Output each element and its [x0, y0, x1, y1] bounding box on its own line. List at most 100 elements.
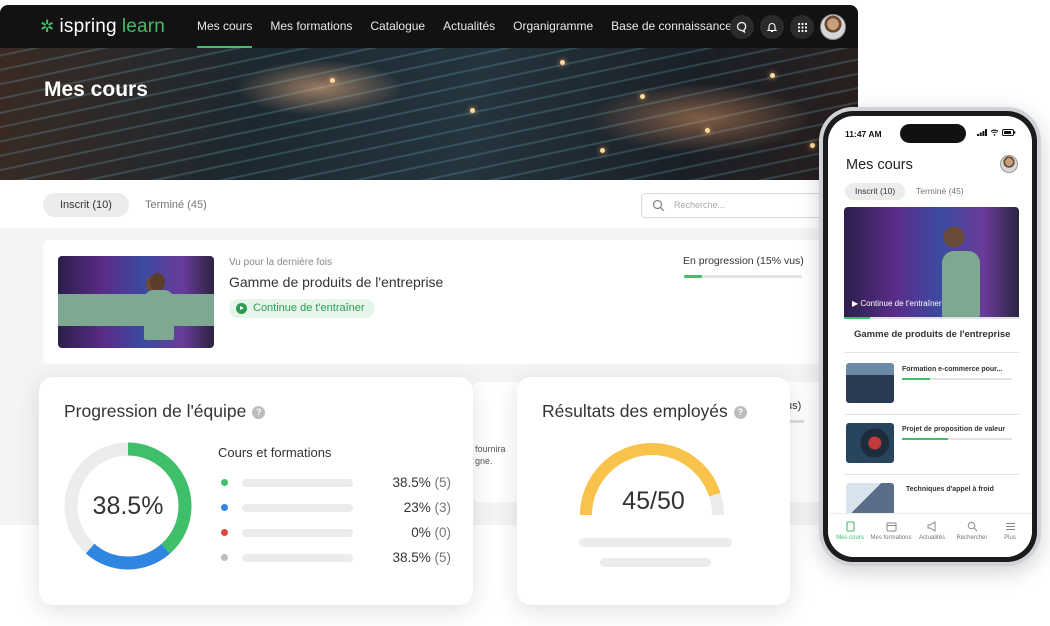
apps-grid-icon[interactable] — [790, 15, 814, 39]
phone-nav-mes-formations[interactable]: Mes formations — [868, 521, 914, 541]
top-icons — [730, 14, 846, 40]
hidden-card-text-1: fournira — [475, 444, 506, 454]
legend-placeholder-bar — [242, 479, 353, 487]
employee-results-card: Résultats des employés? 45/50 — [517, 377, 790, 605]
course-progress-bar — [684, 275, 802, 278]
legend-placeholder-bar — [242, 504, 353, 512]
hidden-card-text-2: gne. — [475, 456, 493, 466]
legend-value: 38.5% (5) — [392, 475, 451, 490]
nav-item-organigramme[interactable]: Organigramme — [504, 5, 602, 48]
placeholder-bar — [600, 558, 711, 567]
divider — [844, 474, 1019, 475]
signal-icon — [977, 129, 987, 136]
chat-icon[interactable] — [730, 15, 754, 39]
course-title[interactable]: Gamme de produits de l'entreprise — [229, 274, 443, 290]
stage: ✲ ispring learn Mes cours Mes formations… — [0, 0, 1050, 626]
calendar-icon — [886, 522, 896, 532]
phone-hero-progress-fill — [844, 317, 871, 319]
nav-item-catalogue[interactable]: Catalogue — [361, 5, 434, 48]
legend-value: 23% (3) — [403, 500, 451, 515]
bell-icon[interactable] — [760, 15, 784, 39]
phone-user-avatar[interactable] — [1000, 155, 1018, 173]
course-card[interactable]: Vu pour la dernière fois Gamme de produi… — [43, 240, 823, 364]
phone-course-title[interactable]: Formation e-commerce pour... — [902, 366, 1002, 373]
phone-nav-plus[interactable]: Plus — [988, 521, 1032, 541]
menu-icon — [1005, 523, 1015, 530]
continue-training-button[interactable]: Continue de t'entraîner — [229, 299, 375, 318]
nav-item-base-de-connaissances[interactable]: Base de connaissances — [602, 5, 747, 48]
employee-results-title: Résultats des employés? — [542, 401, 747, 422]
phone-hero-course-title[interactable]: Gamme de produits de l'entreprise — [854, 329, 1010, 340]
phone-nav-mes-cours[interactable]: Mes cours — [828, 521, 872, 541]
search-icon — [652, 199, 665, 212]
top-navigation-bar: ✲ ispring learn Mes cours Mes formations… — [0, 5, 858, 48]
score-value: 45/50 — [622, 487, 685, 515]
continue-training-label: Continue de t'entraîner — [253, 302, 365, 314]
phone-course-title[interactable]: Techniques d'appel à froid — [906, 486, 994, 493]
team-progress-title: Progression de l'équipe? — [64, 401, 266, 422]
logo-main-text: ispring — [59, 16, 117, 37]
search-placeholder: Recherche... — [674, 200, 726, 210]
phone-frame: 11:47 AM Mes cours Inscrit (10) Terminé … — [819, 107, 1041, 566]
logo-icon: ✲ — [40, 17, 55, 36]
search-icon — [967, 521, 977, 532]
status-time: 11:47 AM — [845, 129, 882, 139]
tab-termine[interactable]: Terminé (45) — [128, 193, 224, 217]
legend-row-failed: 0% (0) — [221, 525, 451, 540]
legend-value: 0% (0) — [411, 525, 451, 540]
phone-course-progress-bar — [902, 378, 1012, 380]
tabs-bar: Inscrit (10) Terminé (45) Recherche... — [0, 180, 858, 228]
main-nav: Mes cours Mes formations Catalogue Actua… — [188, 5, 747, 48]
phone-nav-actualites[interactable]: Actualités — [910, 521, 954, 541]
phone-hero-progress-bar — [844, 317, 1019, 319]
ispring-learn-logo[interactable]: ✲ ispring learn — [40, 16, 165, 38]
legend-placeholder-bar — [242, 529, 353, 537]
placeholder-bar — [579, 538, 732, 547]
phone-screen: 11:47 AM Mes cours Inscrit (10) Terminé … — [828, 116, 1032, 557]
course-thumbnail[interactable] — [58, 256, 214, 348]
megaphone-icon — [927, 521, 935, 532]
status-icons — [977, 129, 1016, 136]
phone-course-progress-fill — [902, 438, 949, 440]
nav-item-mes-formations[interactable]: Mes formations — [261, 5, 361, 48]
help-icon[interactable]: ? — [733, 406, 747, 419]
phone-hero-course[interactable]: ▶ Continue de t'entraîner — [844, 207, 1019, 317]
legend-dot-grey — [221, 554, 228, 561]
tab-inscrit[interactable]: Inscrit (10) — [43, 193, 129, 217]
play-icon — [236, 303, 247, 314]
legend-dot-blue — [221, 504, 228, 511]
phone-course-thumbnail[interactable] — [846, 363, 894, 403]
course-last-viewed: Vu pour la dernière fois — [229, 257, 333, 268]
book-icon — [845, 521, 855, 532]
nav-item-mes-cours[interactable]: Mes cours — [188, 5, 261, 48]
divider — [844, 414, 1019, 415]
phone-course-progress-fill — [902, 378, 930, 380]
phone-continue-label[interactable]: ▶ Continue de t'entraîner — [852, 299, 942, 308]
legend-row-not-started: 38.5% (5) — [221, 550, 451, 565]
phone-tab-inscrit[interactable]: Inscrit (10) — [845, 183, 906, 200]
user-avatar[interactable] — [820, 14, 846, 40]
phone-course-title[interactable]: Projet de proposition de valeur — [902, 426, 1005, 433]
legend-row-completed: 38.5% (5) — [221, 475, 451, 490]
phone-bottom-nav: Mes cours Mes formations Actualités Rech… — [828, 513, 1032, 557]
employee-results-title-text: Résultats des employés — [542, 401, 728, 421]
phone-page-title: Mes cours — [846, 157, 913, 173]
legend-row-in-progress: 23% (3) — [221, 500, 451, 515]
legend-placeholder-bar — [242, 554, 353, 562]
nav-item-actualites[interactable]: Actualités — [434, 5, 504, 48]
battery-icon — [1002, 129, 1016, 136]
course-progress-label: En progression (15% vus) — [683, 255, 804, 267]
page-banner — [0, 48, 858, 180]
team-progress-card: Progression de l'équipe? 38.5% Cours et … — [39, 377, 473, 605]
search-input[interactable]: Recherche... — [641, 193, 841, 218]
phone-course-progress-bar — [902, 438, 1012, 440]
legend-value: 38.5% (5) — [392, 550, 451, 565]
legend-title: Cours et formations — [218, 445, 332, 460]
course-progress-fill — [684, 275, 702, 278]
page-title: Mes cours — [44, 78, 148, 101]
help-icon[interactable]: ? — [252, 406, 266, 419]
legend-dot-green — [221, 479, 228, 486]
phone-tab-termine[interactable]: Terminé (45) — [916, 183, 964, 200]
phone-course-thumbnail[interactable] — [846, 423, 894, 463]
dynamic-island — [900, 124, 966, 143]
